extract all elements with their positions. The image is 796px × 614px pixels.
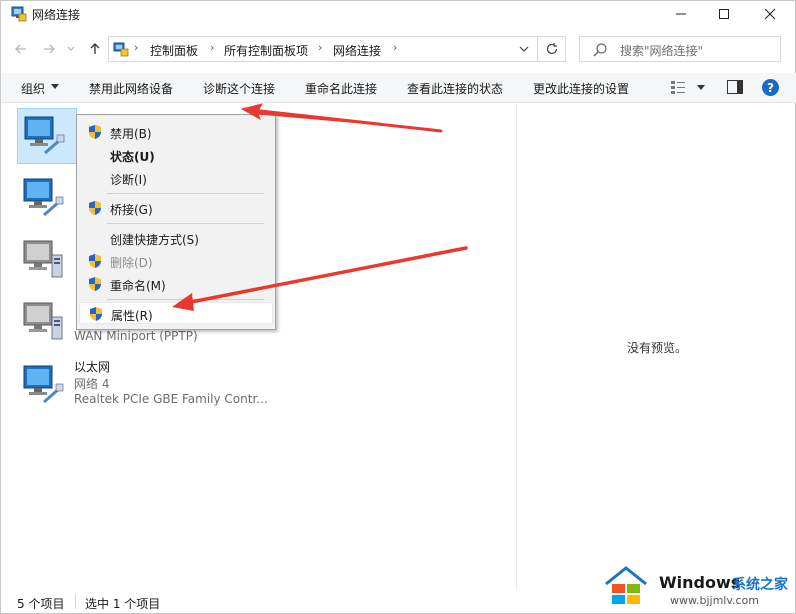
context-menu: 禁用(B) 状态(U) 诊断(I) 桥接(G) 创建快捷方式(S) 删除(D) … xyxy=(76,114,276,330)
uac-shield-icon xyxy=(89,201,101,215)
breadcrumb-control-panel[interactable]: 控制面板 xyxy=(150,42,198,59)
search-input[interactable]: 搜索"网络连接" xyxy=(579,36,781,62)
minimize-button[interactable] xyxy=(660,1,702,27)
uac-shield-icon xyxy=(89,125,101,139)
breadcrumb-separator: › xyxy=(393,41,398,54)
menu-item-status[interactable]: 状态(U) xyxy=(79,144,273,166)
preview-empty-text: 没有预览。 xyxy=(627,341,688,355)
watermark-brand: Windows xyxy=(659,573,741,592)
connection-device: Realtek PCIe GBE Family Contr... xyxy=(74,392,268,406)
command-bar: 组织 禁用此网络设备 诊断这个连接 重命名此连接 查看此连接的状态 更改此连接的… xyxy=(2,73,796,103)
uac-shield-icon xyxy=(90,307,102,321)
status-separator xyxy=(75,594,76,609)
connection-network: 网络 4 xyxy=(74,377,110,391)
selected-count: 选中 1 个项目 xyxy=(85,597,161,611)
connection-item[interactable]: 以太网 网络 4 Realtek PCIe GBE Family Contr..… xyxy=(17,358,268,414)
menu-item-rename[interactable]: 重命名(M) xyxy=(79,273,273,295)
watermark: Windows 系统之家 www.bjjmlv.com xyxy=(604,562,794,612)
maximize-button[interactable] xyxy=(703,1,745,27)
menu-separator xyxy=(107,193,264,194)
back-button[interactable] xyxy=(9,37,33,61)
address-history-button[interactable] xyxy=(515,40,533,58)
network-adapter-icon xyxy=(23,178,64,217)
search-icon xyxy=(593,43,607,57)
diagnose-button[interactable]: 诊断这个连接 xyxy=(203,80,275,97)
item-count: 5 个项目 xyxy=(17,597,65,611)
address-bar[interactable]: › 控制面板 › 所有控制面板项 › 网络连接 › xyxy=(108,36,538,62)
menu-separator xyxy=(107,223,264,224)
network-adapter-disabled-icon xyxy=(23,240,63,278)
breadcrumb-network-connections[interactable]: 网络连接 xyxy=(333,42,381,59)
menu-item-bridge[interactable]: 桥接(G) xyxy=(79,197,273,219)
refresh-icon xyxy=(546,43,557,55)
close-button[interactable] xyxy=(749,1,791,27)
windows-logo-icon xyxy=(605,566,647,604)
arrow-right-icon xyxy=(44,44,55,54)
minimize-icon xyxy=(676,13,686,15)
refresh-button[interactable] xyxy=(538,36,566,62)
preview-pane-icon[interactable] xyxy=(727,80,743,94)
recent-locations-button[interactable] xyxy=(63,37,79,61)
watermark-brand-cn: 系统之家 xyxy=(732,577,788,593)
organize-menu[interactable]: 组织 xyxy=(21,80,45,97)
uac-shield-icon xyxy=(89,254,101,268)
menu-item-create-shortcut[interactable]: 创建快捷方式(S) xyxy=(79,227,273,249)
rename-button[interactable]: 重命名此连接 xyxy=(305,80,377,97)
chevron-down-icon xyxy=(519,46,529,52)
control-panel-icon xyxy=(113,42,129,57)
breadcrumb-all-items[interactable]: 所有控制面板项 xyxy=(224,42,308,59)
caret-down-icon[interactable] xyxy=(697,85,705,91)
menu-item-disable[interactable]: 禁用(B) xyxy=(79,121,273,143)
close-icon xyxy=(764,8,776,20)
breadcrumb-separator: › xyxy=(134,41,139,54)
menu-item-diagnose[interactable]: 诊断(I) xyxy=(79,167,273,189)
caret-down-icon xyxy=(51,84,59,89)
network-adapter-icon xyxy=(24,116,65,155)
chevron-down-icon xyxy=(67,46,75,51)
up-button[interactable] xyxy=(83,37,107,61)
disable-device-button[interactable]: 禁用此网络设备 xyxy=(89,80,173,97)
menu-item-properties[interactable]: 属性(R) xyxy=(79,302,273,324)
breadcrumb-separator: › xyxy=(318,41,323,54)
network-adapter-icon xyxy=(23,365,64,404)
network-adapter-disabled-icon xyxy=(23,302,63,340)
maximize-icon xyxy=(719,9,729,19)
arrow-up-icon xyxy=(90,43,100,54)
breadcrumb-separator: › xyxy=(210,41,215,54)
change-settings-button[interactable]: 更改此连接的设置 xyxy=(533,80,629,97)
menu-item-delete: 删除(D) xyxy=(79,250,273,272)
view-status-button[interactable]: 查看此连接的状态 xyxy=(407,80,503,97)
network-connections-icon xyxy=(11,6,27,22)
connection-name: 以太网 xyxy=(74,360,111,374)
menu-separator xyxy=(107,299,264,300)
preview-divider[interactable] xyxy=(516,104,517,590)
forward-button[interactable] xyxy=(37,37,61,61)
connection-item[interactable] xyxy=(17,108,77,164)
arrow-left-icon xyxy=(15,44,26,54)
title-bar: 网络连接 xyxy=(1,1,795,27)
watermark-url: www.bjjmlv.com xyxy=(670,594,759,607)
search-placeholder: 搜索"网络连接" xyxy=(620,44,704,58)
view-options-icon[interactable] xyxy=(670,79,686,95)
uac-shield-icon xyxy=(89,277,101,291)
help-icon[interactable]: ? xyxy=(762,79,779,96)
connection-device: WAN Miniport (PPTP) xyxy=(74,329,198,343)
explorer-window: 网络连接 › 控制面板 › 所有控制面板项 › 网络连接 › 搜索"网络连接" … xyxy=(0,0,796,614)
window-title: 网络连接 xyxy=(32,8,81,22)
